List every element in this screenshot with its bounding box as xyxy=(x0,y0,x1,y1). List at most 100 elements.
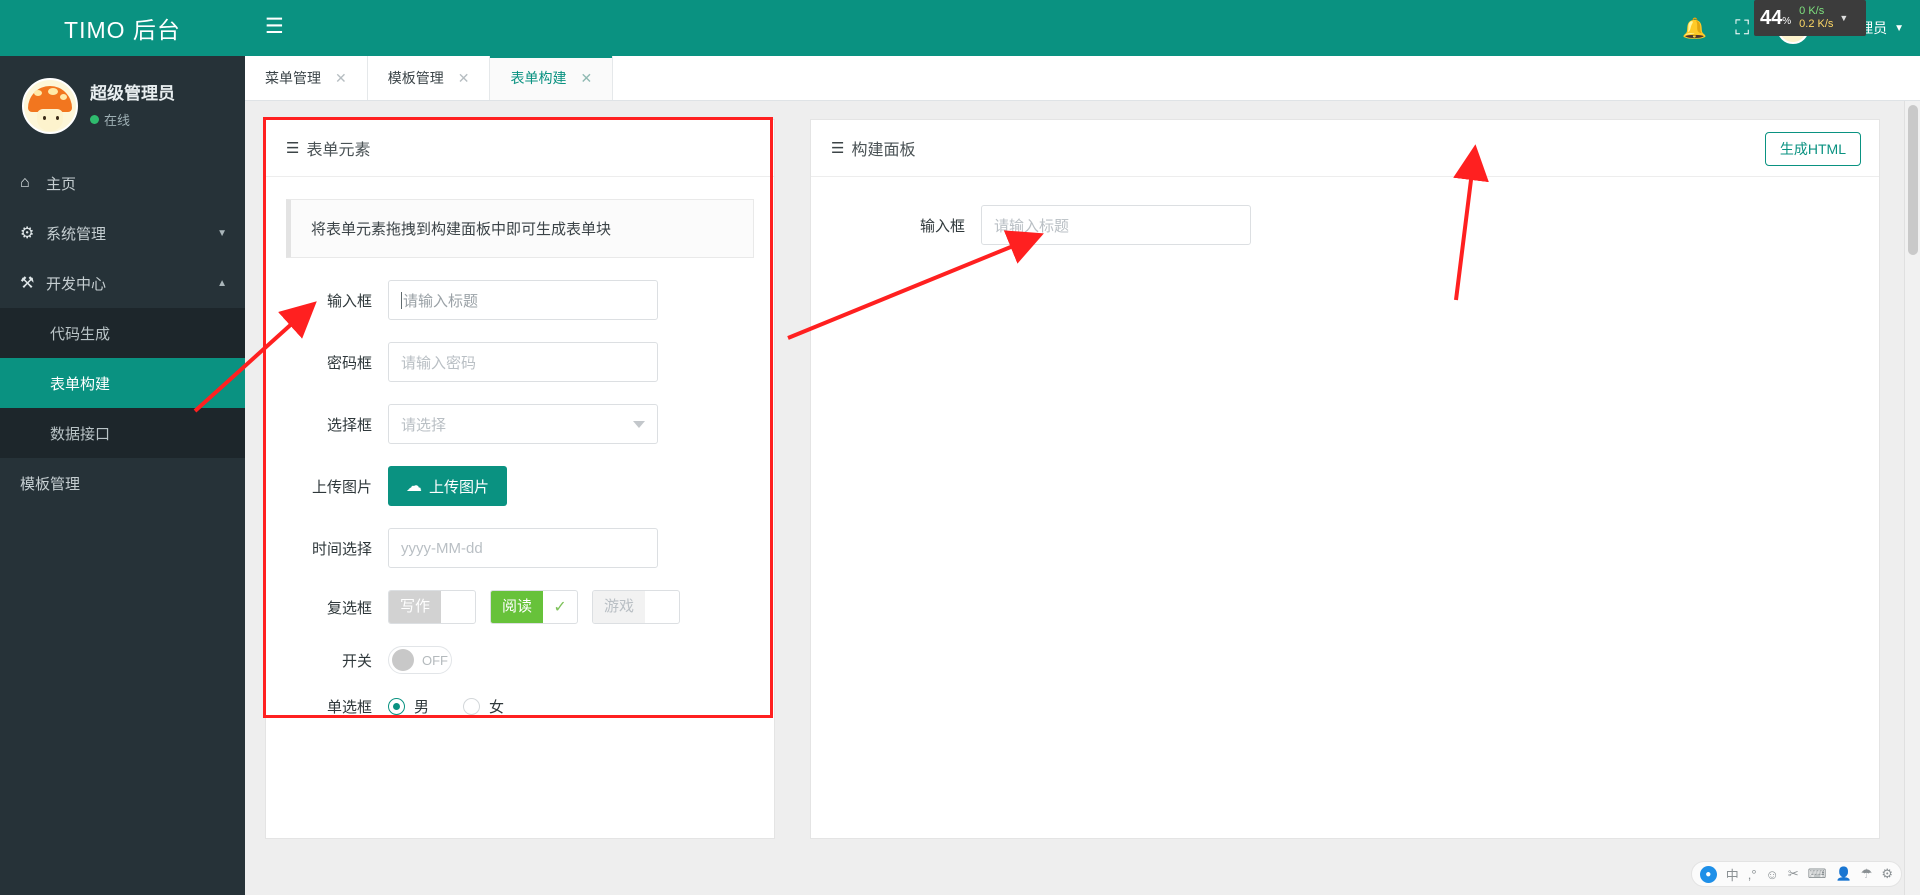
radio-dot-icon xyxy=(463,698,481,715)
sidebar-subitem-label: 代码生成 xyxy=(50,325,111,343)
sidebar-item-home[interactable]: ⌂ 主页 xyxy=(0,158,245,208)
upload-image-button[interactable]: ☁ 上传图片 xyxy=(388,466,508,506)
check-icon: ✓ xyxy=(645,597,679,617)
user-name: 超级管理员 xyxy=(90,84,175,103)
input-placeholder: yyyy-MM-dd xyxy=(401,539,483,557)
sidebar-nav: ⌂ 主页 ⚙ 系统管理 ▼ ⚒ 开发中心 ▲ 代码生成 表单构建 数据接口 模板… xyxy=(0,158,245,508)
form-elements-panel: ☰ 表单元素 将表单元素拖拽到构建面板中即可生成表单块 输入框 请输入标题 密码… xyxy=(265,119,775,839)
form-row-datepicker[interactable]: 时间选择 yyyy-MM-dd xyxy=(266,528,774,568)
tab-template-manage[interactable]: 模板管理 ✕ xyxy=(368,56,491,100)
netspeed-rates: 0 K/s 0.2 K/s xyxy=(1799,5,1833,31)
sidebar-item-label: 主页 xyxy=(46,175,77,193)
bell-icon[interactable]: 🔔 xyxy=(1682,16,1707,41)
tab-form-builder[interactable]: 表单构建 ✕ xyxy=(490,55,614,100)
form-row-radio[interactable]: 单选框 男 女 xyxy=(266,696,774,717)
form-row-upload[interactable]: 上传图片 ☁ 上传图片 xyxy=(266,466,774,506)
sidebar-item-template-manage[interactable]: 模板管理 xyxy=(0,458,245,508)
chevron-down-icon xyxy=(633,421,645,428)
fullscreen-icon[interactable]: ⛶ xyxy=(1735,17,1749,40)
chevron-down-icon: ▼ xyxy=(217,227,227,239)
online-dot-icon xyxy=(90,115,99,124)
radio-label: 女 xyxy=(489,699,505,716)
panel-title: 表单元素 xyxy=(306,142,371,159)
tab-label: 模板管理 xyxy=(387,70,444,86)
radio-female[interactable]: 女 xyxy=(463,696,504,717)
tab-bar: 菜单管理 ✕ 模板管理 ✕ 表单构建 ✕ xyxy=(245,55,1920,101)
form-row-switch[interactable]: 开关 OFF xyxy=(266,646,774,674)
home-icon: ⌂ xyxy=(20,174,30,191)
list-icon: ☰ xyxy=(831,140,844,157)
netspeed-up: 0 K/s xyxy=(1799,5,1825,17)
sidebar-item-label: 模板管理 xyxy=(20,475,81,493)
sidebar-item-system[interactable]: ⚙ 系统管理 ▼ xyxy=(0,208,245,258)
ime-lang-icon[interactable]: 中 xyxy=(1726,865,1739,884)
sidebar-submenu: 代码生成 表单构建 数据接口 xyxy=(0,308,245,458)
select-input[interactable]: 请选择 xyxy=(388,404,658,444)
tab-label: 菜单管理 xyxy=(265,70,321,86)
checkbox-game[interactable]: 游戏 ✓ xyxy=(592,590,681,624)
gear-icon: ⚙ xyxy=(20,225,35,242)
checkbox-reading[interactable]: 阅读 ✓ xyxy=(490,590,579,624)
user-status-label: 在线 xyxy=(104,113,131,128)
ime-toolbar[interactable]: ● 中 ,° ☺ ✂ ⌨ 👤 ☂ ⚙ xyxy=(1690,861,1902,887)
form-row-password[interactable]: 密码框 请输入密码 xyxy=(266,342,774,382)
sidebar-item-label: 系统管理 xyxy=(46,225,107,243)
toggle-switch[interactable]: OFF xyxy=(388,646,452,674)
form-row-input[interactable]: 输入框 请输入标题 xyxy=(266,280,774,320)
content-area: ☰ 表单元素 将表单元素拖拽到构建面板中即可生成表单块 输入框 请输入标题 密码… xyxy=(245,101,1920,895)
password-input[interactable]: 请输入密码 xyxy=(388,342,658,382)
close-icon[interactable]: ✕ xyxy=(335,70,347,87)
checkbox-label: 写作 xyxy=(389,591,442,623)
radio-dot-icon xyxy=(388,698,405,715)
tab-menu-manage[interactable]: 菜单管理 ✕ xyxy=(245,56,368,100)
ime-logo-icon[interactable]: ● xyxy=(1699,865,1717,883)
text-caret-icon xyxy=(401,291,402,309)
ime-scissors-icon[interactable]: ✂ xyxy=(1788,866,1799,882)
upload-button-label: 上传图片 xyxy=(429,478,490,496)
form-label: 时间选择 xyxy=(311,540,372,558)
form-label: 选择框 xyxy=(326,416,372,434)
ime-user-icon[interactable]: 👤 xyxy=(1836,866,1852,882)
netspeed-widget[interactable]: 44% 0 K/s 0.2 K/s ▼ xyxy=(1754,0,1866,36)
drag-hint: 将表单元素拖拽到构建面板中即可生成表单块 xyxy=(286,199,754,258)
check-icon: ✓ xyxy=(441,597,475,617)
select-placeholder: 请选择 xyxy=(401,416,447,434)
radio-male[interactable]: 男 xyxy=(388,696,429,717)
sidebar-user[interactable]: 超级管理员 在线 xyxy=(0,56,245,144)
chevron-down-icon[interactable]: ▼ xyxy=(1839,13,1848,23)
sidebar-item-code-generate[interactable]: 代码生成 xyxy=(0,308,245,358)
title-input[interactable]: 请输入标题 xyxy=(981,205,1251,245)
cloud-upload-icon: ☁ xyxy=(406,478,422,495)
hamburger-icon[interactable]: ☰ xyxy=(265,14,291,40)
form-row-checkbox[interactable]: 复选框 写作 ✓ 阅读 ✓ 游戏 ✓ xyxy=(266,590,774,624)
panel-header: ☰ 表单元素 xyxy=(266,120,774,177)
input-placeholder: 请输入标题 xyxy=(994,217,1070,235)
close-icon[interactable]: ✕ xyxy=(580,70,592,87)
sidebar-item-data-api[interactable]: 数据接口 xyxy=(0,408,245,458)
form-label: 开关 xyxy=(341,652,372,670)
ime-gear-icon[interactable]: ⚙ xyxy=(1881,866,1893,882)
checkbox-writing[interactable]: 写作 ✓ xyxy=(388,590,477,624)
vertical-scrollbar[interactable] xyxy=(1904,101,1920,895)
built-row-input[interactable]: 输入框 请输入标题 xyxy=(811,205,1879,245)
panel-header: ☰ 构建面板 生成HTML xyxy=(811,120,1879,177)
generate-html-button[interactable]: 生成HTML xyxy=(1764,132,1861,166)
avatar xyxy=(22,78,78,134)
ime-umbrella-icon[interactable]: ☂ xyxy=(1861,866,1873,882)
sidebar-item-form-builder[interactable]: 表单构建 xyxy=(0,358,245,408)
topbar: ☰ 🔔 ⛶ 超级管理员 ▼ 44% 0 K/s 0.2 K/s ▼ xyxy=(245,0,1920,56)
ime-keyboard-icon[interactable]: ⌨ xyxy=(1808,866,1827,882)
close-icon[interactable]: ✕ xyxy=(458,70,470,87)
scrollbar-thumb[interactable] xyxy=(1908,105,1918,255)
form-row-select[interactable]: 选择框 请选择 xyxy=(266,404,774,444)
build-panel: ☰ 构建面板 生成HTML 输入框 请输入标题 xyxy=(810,119,1880,839)
title-input[interactable]: 请输入标题 xyxy=(388,280,658,320)
date-input[interactable]: yyyy-MM-dd xyxy=(388,528,658,568)
form-label: 密码框 xyxy=(326,354,372,372)
panel-title: 构建面板 xyxy=(851,142,916,159)
ime-punct-icon[interactable]: ,° xyxy=(1748,867,1757,882)
input-placeholder: 请输入密码 xyxy=(401,354,477,372)
ime-emoji-icon[interactable]: ☺ xyxy=(1766,867,1779,882)
sidebar-item-devcenter[interactable]: ⚒ 开发中心 ▲ xyxy=(0,258,245,308)
form-label: 输入框 xyxy=(919,217,965,235)
